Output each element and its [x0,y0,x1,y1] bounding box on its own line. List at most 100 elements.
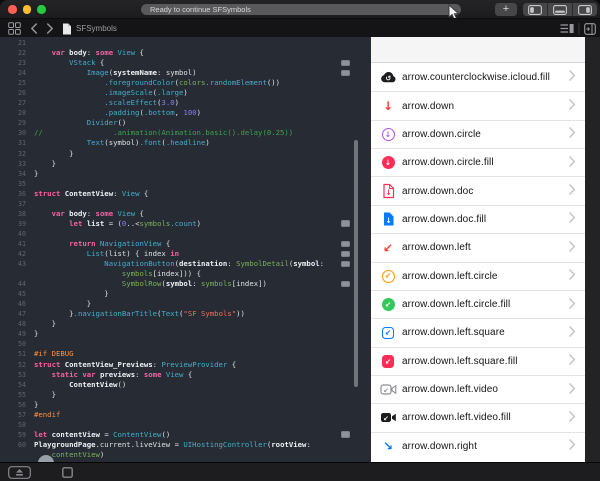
code-line: 57#endif [0,410,371,420]
line-number: 49 [0,329,32,339]
line-number: 46 [0,299,32,309]
line-number: 26 [0,88,32,98]
symbol-row[interactable]: ↙arrow.down.left.square [371,318,585,346]
back-button[interactable] [30,19,38,38]
symbol-icon: ↺ [379,71,397,83]
symbol-label: arrow.down.right [402,441,569,452]
symbol-row[interactable]: ↙arrow.down.left.circle.fill [371,290,585,318]
line-number: 23 [0,58,32,68]
line-number: 50 [0,339,32,349]
symbol-row[interactable]: ↙arrow.down.left [371,233,585,261]
layout-toggle-group [523,3,597,16]
symbol-row[interactable]: ↺ arrow.counterclockwise.icloud.fill [371,63,585,91]
chevron-right-icon [569,437,576,455]
toolbar: SFSymbols [0,18,600,37]
symbol-row[interactable]: ↓arrow.down.circle.fill [371,148,585,176]
line-number: 25 [0,78,32,88]
toggle-left-sidebar-button[interactable] [523,3,547,16]
line-number: 60 [0,440,32,450]
editor-scrollbar[interactable] [354,140,358,387]
symbol-row[interactable]: ↓ arrow.down.doc [371,176,585,204]
symbol-row[interactable]: ↓arrow.down.circle [371,120,585,148]
result-marker-button[interactable] [341,251,350,258]
symbol-row[interactable]: ↓arrow.down [371,91,585,119]
breadcrumb-filename[interactable]: SFSymbols [76,19,117,38]
line-number: 37 [0,199,32,209]
symbol-label: arrow.down.doc [402,186,569,197]
titlebar: Ready to continue SFSymbols + [0,0,600,18]
code-line: 60PlaygroundPage.current.liveView = UIHo… [0,440,371,450]
zoom-window-button[interactable] [37,5,46,14]
symbol-icon: ↓ [379,128,397,141]
document-icon [62,19,72,38]
result-marker-button[interactable] [341,431,350,438]
result-marker-button[interactable] [341,281,350,288]
code-editor[interactable]: 2122 var body: some View {23 VStack {24 … [0,37,371,462]
present-button[interactable] [8,466,31,479]
toggle-bottom-panel-button[interactable] [547,3,572,16]
chevron-right-icon [569,210,576,228]
code-line: 21 [0,38,371,48]
code-line: 42 List(list) { index in [0,249,371,259]
show-all-playgrounds-button[interactable] [8,19,21,38]
line-number: 57 [0,410,32,420]
symbol-icon: ↘ [379,440,397,452]
code-line: 33 } [0,159,371,169]
add-panel-icon [584,23,596,35]
chevron-right-icon [46,23,54,34]
symbol-icon: ↙ [379,355,397,368]
run-status-bar: Ready to continue SFSymbols [141,4,461,15]
close-window-button[interactable] [8,5,17,14]
symbol-label: arrow.down.left.video [402,384,569,395]
panel-left-icon [528,5,542,15]
code-line: 54 ContentView() [0,380,371,390]
symbol-label: arrow.down.left.video.fill [402,412,569,423]
line-number: 54 [0,380,32,390]
svg-text:↙: ↙ [383,387,388,395]
result-marker-button[interactable] [341,241,350,248]
symbol-row[interactable]: ↙arrow.down.left.video.fill [371,403,585,431]
add-viewer-button[interactable] [584,19,596,38]
result-marker-button[interactable] [341,60,350,67]
code-line: 29 Divider() [0,118,371,128]
new-tab-button[interactable]: + [495,3,517,16]
code-line: 41 return NavigationView { [0,239,371,249]
symbol-row[interactable]: ↙arrow.down.left.circle [371,262,585,290]
symbol-icon: ↓ [379,183,397,199]
line-number: 43 [0,259,32,269]
code-line: 58 [0,420,371,430]
code-line: 59let contentView = ContentView() [0,430,371,440]
symbol-label: arrow.down.circle.fill [402,157,569,168]
chevron-right-icon [569,409,576,427]
symbol-label: arrow.down.left.square.fill [402,356,569,367]
symbol-row[interactable]: ↓arrow.down.doc.fill [371,205,585,233]
symbol-label: arrow.down.left [402,242,569,253]
stop-button[interactable] [62,467,73,478]
symbol-label: arrow.counterclockwise.icloud.fill [402,72,569,83]
eject-icon [8,466,31,479]
code-line: 26 .imageScale(.large) [0,88,371,98]
symbols-panel: ↺arrow.counterclockwise.icloud.fill↓arro… [371,37,585,462]
code-line: 55 } [0,390,371,400]
symbol-row[interactable]: ↙ arrow.down.left.square.fill [371,347,585,375]
code-line: symbols[index])) { [0,269,371,279]
symbol-row[interactable]: ↙ arrow.down.left.video [371,375,585,403]
code-line: 30// .animation(Animation.basic().delay(… [0,128,371,138]
code-area: 2122 var body: some View {23 VStack {24 … [0,38,371,460]
symbol-row[interactable]: ↘ arrow.down.right [371,432,585,460]
result-marker-button[interactable] [341,70,350,77]
code-line: 43 NavigationButton(destination: SymbolD… [0,259,371,269]
line-number: 38 [0,209,32,219]
forward-button[interactable] [46,19,54,38]
toggle-right-sidebar-button[interactable] [572,3,597,16]
code-line: 47 }.navigationBarTitle(Text("SF Symbols… [0,309,371,319]
symbol-label: arrow.down.left.circle.fill [402,299,569,310]
chevron-right-icon [569,267,576,285]
minimize-window-button[interactable] [23,5,32,14]
result-marker-button[interactable] [341,261,350,268]
result-marker-button[interactable] [341,220,350,227]
show-list-view-button[interactable] [560,19,574,38]
line-number: 35 [0,179,32,189]
chevron-right-icon [569,381,576,399]
line-number: 44 [0,279,32,289]
